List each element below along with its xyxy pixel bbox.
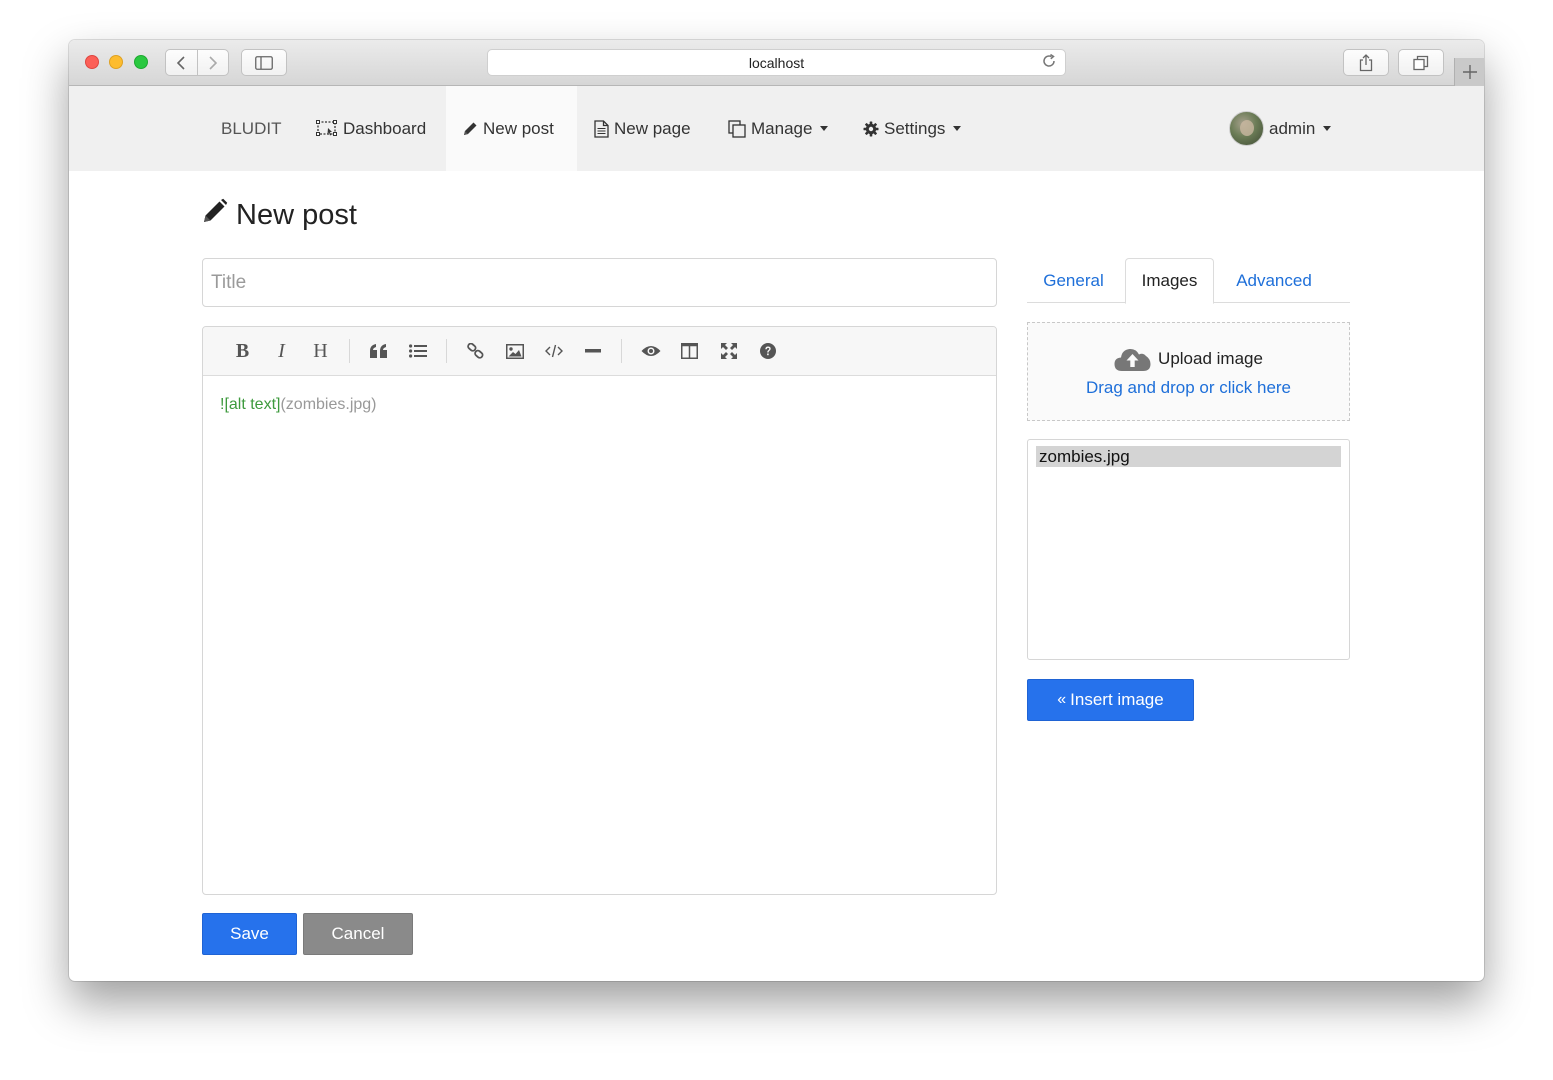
heading-button[interactable]: H — [301, 335, 340, 367]
tab-images[interactable]: Images — [1125, 258, 1214, 304]
preview-button[interactable] — [631, 335, 670, 367]
image-icon — [505, 343, 524, 359]
user-menu[interactable]: admin — [1229, 86, 1332, 171]
heading-icon: H — [313, 339, 328, 362]
brand-logo[interactable]: BLUDIT — [221, 86, 281, 171]
browser-window: localhost BLUDIT Dashboard New post New … — [69, 40, 1484, 981]
image-list[interactable]: zombies.jpg — [1027, 439, 1350, 660]
editor-toolbar: B I H — [203, 327, 996, 376]
nav-dashboard[interactable]: Dashboard — [299, 86, 443, 171]
share-button[interactable] — [1343, 49, 1389, 76]
window-minimize-button[interactable] — [109, 55, 123, 69]
forward-button[interactable] — [196, 50, 229, 75]
toolbar-separator — [349, 339, 350, 363]
toolbar-separator — [446, 339, 447, 363]
caret-down-icon — [953, 126, 962, 131]
markdown-editor: B I H ![alt text](zombies.jpg) — [202, 326, 997, 895]
quote-icon — [369, 344, 387, 358]
new-tab-button[interactable] — [1454, 58, 1484, 86]
gear-icon — [863, 121, 879, 137]
insert-image-button[interactable]: « Insert image — [1027, 679, 1194, 721]
markdown-alt-text: ![alt text] — [220, 396, 281, 413]
list-item[interactable]: zombies.jpg — [1036, 446, 1341, 467]
side-by-side-button[interactable] — [670, 335, 709, 367]
caret-down-icon — [1323, 126, 1332, 131]
question-circle-icon — [759, 343, 776, 359]
columns-icon — [681, 343, 698, 359]
save-button[interactable]: Save — [202, 913, 297, 955]
image-button[interactable] — [495, 335, 534, 367]
nav-dashboard-label: Dashboard — [343, 118, 427, 138]
nav-new-page-label: New page — [614, 118, 691, 138]
pencil-icon — [463, 121, 478, 136]
nav-new-page[interactable]: New page — [577, 86, 708, 171]
copy-icon — [728, 119, 746, 138]
bold-button[interactable]: B — [223, 335, 262, 367]
nav-settings[interactable]: Settings — [846, 86, 978, 171]
sidebar-icon — [255, 55, 273, 70]
horizontal-rule-button[interactable] — [573, 335, 612, 367]
bold-icon: B — [235, 339, 250, 362]
address-bar[interactable]: localhost — [487, 49, 1066, 76]
upload-row: Upload image — [1114, 346, 1263, 372]
nav-manage-label: Manage — [751, 118, 813, 138]
nav-settings-label: Settings — [884, 118, 946, 138]
dashboard-icon — [316, 119, 338, 138]
code-icon — [544, 344, 563, 358]
cloud-upload-icon — [1114, 348, 1151, 371]
page-title-text: New post — [236, 198, 357, 231]
upload-hint-link[interactable]: Drag and drop or click here — [1086, 378, 1291, 398]
post-title-input[interactable] — [202, 258, 997, 307]
show-tabs-button[interactable] — [1398, 49, 1444, 76]
minus-icon — [584, 349, 601, 353]
caret-down-icon — [820, 126, 829, 131]
file-icon — [594, 119, 609, 138]
upload-label: Upload image — [1158, 348, 1263, 368]
editor-content[interactable]: ![alt text](zombies.jpg) — [203, 376, 996, 434]
code-button[interactable] — [534, 335, 573, 367]
link-button[interactable] — [456, 335, 495, 367]
pencil-icon — [202, 198, 228, 232]
toolbar-separator — [621, 339, 622, 363]
chevron-left-icon — [177, 55, 185, 70]
user-name: admin — [1269, 118, 1316, 138]
double-chevron-left-icon: « — [1057, 691, 1067, 708]
window-maximize-button[interactable] — [134, 55, 148, 69]
reload-icon[interactable] — [1041, 53, 1057, 73]
history-nav — [165, 49, 229, 76]
cancel-button[interactable]: Cancel — [303, 913, 413, 955]
image-dropzone[interactable]: Upload image Drag and drop or click here — [1027, 322, 1350, 421]
expand-icon — [720, 343, 737, 359]
tabs-icon — [1413, 55, 1429, 70]
page-title: New post — [202, 198, 357, 232]
window-close-button[interactable] — [85, 55, 99, 69]
plus-icon — [1462, 65, 1477, 79]
markdown-image-url: (zombies.jpg) — [280, 396, 377, 413]
link-icon — [466, 343, 483, 359]
nav-manage[interactable]: Manage — [711, 86, 845, 171]
italic-button[interactable]: I — [262, 335, 301, 367]
tab-advanced[interactable]: Advanced — [1219, 258, 1329, 303]
italic-icon: I — [278, 339, 285, 362]
sidebar-tabs: General Images Advanced — [1027, 258, 1350, 304]
unordered-list-button[interactable] — [398, 335, 437, 367]
browser-titlebar: localhost — [69, 40, 1484, 86]
avatar — [1229, 111, 1264, 146]
nav-new-post-label: New post — [483, 118, 554, 138]
fullscreen-button[interactable] — [709, 335, 748, 367]
tab-general[interactable]: General — [1027, 258, 1120, 303]
guide-button[interactable] — [748, 335, 787, 367]
address-text: localhost — [748, 54, 805, 71]
chevron-right-icon — [209, 55, 217, 70]
share-icon — [1359, 53, 1373, 71]
insert-image-label: Insert image — [1070, 690, 1164, 709]
back-button[interactable] — [166, 50, 197, 75]
list-icon — [408, 344, 427, 358]
eye-icon — [641, 346, 660, 356]
nav-new-post[interactable]: New post — [446, 86, 577, 171]
quote-button[interactable] — [359, 335, 398, 367]
app-navbar: BLUDIT Dashboard New post New page Manag… — [69, 86, 1484, 171]
sidebar-toggle-button[interactable] — [241, 49, 287, 76]
